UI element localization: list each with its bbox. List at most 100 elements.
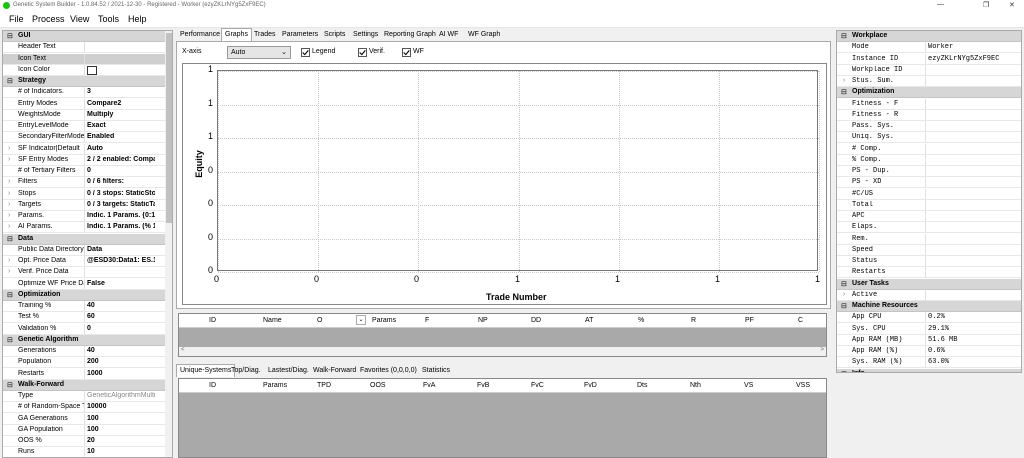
col-dd[interactable]: DD [531, 317, 541, 324]
collapse-icon[interactable]: ⊟ [7, 77, 13, 85]
collapse-icon[interactable]: ⊟ [841, 370, 847, 373]
property-row-training[interactable]: Training % 40 [3, 301, 165, 312]
property-value[interactable]: 29.1% [928, 325, 1011, 333]
collapse-icon[interactable]: ⊟ [841, 280, 847, 288]
left-scrollbar-thumb[interactable] [166, 33, 172, 223]
legend-checkbox[interactable] [301, 48, 310, 57]
property-row-mode[interactable]: Mode Worker [837, 42, 1021, 54]
col2-fvd[interactable]: FvD [584, 382, 597, 389]
col2-tpd[interactable]: TPD [317, 382, 331, 389]
col2-vss[interactable]: VSS [796, 382, 810, 389]
expand-icon[interactable]: › [8, 223, 10, 230]
col-params[interactable]: Params [372, 317, 396, 324]
property-value[interactable]: False [87, 280, 155, 287]
tab-favorites[interactable]: Favorites (0,0,0,0) [357, 365, 420, 377]
property-row-app-ram-mb[interactable]: App RAM (MB) 51.6 MB [837, 334, 1021, 346]
col2-fvc[interactable]: FvC [531, 382, 544, 389]
property-value[interactable]: 0.2% [928, 313, 1011, 321]
property-row-restarts[interactable]: Restarts [837, 267, 1021, 279]
category-user-tasks[interactable]: ⊟ User Tasks [837, 278, 1021, 290]
wf-checkbox[interactable] [402, 48, 411, 57]
property-row-stus-sum[interactable]: › Stus. Sum. [837, 76, 1021, 87]
tab-scripts[interactable]: Scripts [321, 29, 348, 41]
property-value[interactable]: 0 / 6 filters: [87, 178, 155, 185]
property-value[interactable]: Exact [87, 122, 155, 129]
expand-icon[interactable]: › [8, 145, 10, 152]
property-row-instance-id[interactable]: Instance ID ezyZKLrNYg5ZxF9EC [837, 53, 1021, 65]
category-machine-resources[interactable]: ⊟ Machine Resources [837, 301, 1021, 312]
menu-file[interactable]: File [9, 14, 24, 24]
property-value[interactable]: Worker [928, 43, 1011, 51]
category-strategy[interactable]: ⊟ Strategy [3, 76, 165, 87]
collapse-icon[interactable]: ⊟ [7, 381, 13, 389]
category-optimization[interactable]: ⊟ Optimization [3, 289, 165, 301]
property-row-status[interactable]: Status [837, 256, 1021, 267]
property-value[interactable]: 2 / 2 enabled: Compare1 [87, 156, 155, 163]
category-optimization[interactable]: ⊟ Optimization [837, 87, 1021, 99]
property-row-c-us[interactable]: #C/US [837, 188, 1021, 200]
property-value[interactable]: Compare2 [87, 100, 155, 107]
tab-top-diag[interactable]: Top/Diag. [228, 365, 264, 377]
property-row-weightsmode[interactable]: WeightsMode Multiply [3, 109, 165, 121]
expand-icon[interactable]: › [8, 212, 10, 219]
minimize-icon[interactable]: — [937, 1, 944, 8]
property-row-stops[interactable]: › Stops 0 / 3 stops: StaticStop (e [3, 188, 165, 200]
color-swatch[interactable] [87, 65, 97, 75]
property-row-runs[interactable]: Runs 10 [3, 447, 165, 457]
property-row-app-ram[interactable]: App RAM (%) 0.6% [837, 346, 1021, 357]
col-c[interactable]: C [798, 317, 803, 324]
property-row-rem[interactable]: Rem. [837, 233, 1021, 245]
tab-graphs[interactable]: Graphs [221, 28, 252, 41]
restore-icon[interactable]: ❐ [983, 1, 989, 9]
expand-icon[interactable]: › [8, 178, 10, 185]
close-icon[interactable]: ✕ [1009, 1, 1015, 9]
property-row-entry-modes[interactable]: Entry Modes Compare2 [3, 98, 165, 110]
property-value[interactable]: Data [87, 246, 155, 253]
property-value[interactable]: Enabled [87, 133, 155, 140]
col2-params[interactable]: Params [263, 382, 287, 389]
property-value[interactable]: 63.0% [928, 358, 1011, 366]
property-row-sf-indicator-default[interactable]: › SF Indicator|Default Auto [3, 143, 165, 155]
systems-grid-hscrollbar[interactable]: < > [179, 347, 826, 356]
category-gui[interactable]: ⊟ GUI [3, 31, 165, 42]
property-value[interactable]: 20 [87, 437, 155, 444]
expand-icon[interactable]: › [842, 291, 846, 299]
property-value[interactable]: Auto [87, 145, 155, 152]
category-walk-forward[interactable]: ⊟ Walk-Forward [3, 379, 165, 391]
property-row-sys-cpu[interactable]: Sys. CPU 29.1% [837, 323, 1021, 335]
col2-nth[interactable]: Nth [690, 382, 701, 389]
property-row-filters[interactable]: › Filters 0 / 6 filters: [3, 177, 165, 189]
property-row-elaps[interactable]: Elaps. [837, 222, 1021, 234]
col-r[interactable]: R [691, 317, 696, 324]
property-value[interactable]: 100 [87, 415, 155, 422]
tab-ai-wf[interactable]: AI WF [436, 29, 461, 41]
col2-oos[interactable]: OOS [370, 382, 386, 389]
scroll-left-icon[interactable]: < [181, 347, 185, 353]
tab-reporting-graph[interactable]: Reporting Graph [381, 29, 439, 41]
property-value[interactable]: 60 [87, 313, 155, 320]
tab-statistics[interactable]: Statistics [419, 365, 453, 377]
property-row-fitness-r[interactable]: Fitness - R [837, 109, 1021, 121]
collapse-icon[interactable]: ⊟ [841, 32, 847, 40]
property-value[interactable]: 0 / 3 stops: StaticStop (e [87, 190, 155, 197]
property-row-ga-population[interactable]: GA Population 100 [3, 424, 165, 436]
col2-fva[interactable]: FvA [423, 382, 435, 389]
property-row-ga-generations[interactable]: GA Generations 100 [3, 413, 165, 425]
category-data[interactable]: ⊟ Data [3, 233, 165, 245]
property-row-of-random-space-te[interactable]: # of Random-Space Te 10000 [3, 402, 165, 414]
property-row-total[interactable]: Total [837, 199, 1021, 211]
property-row-targets[interactable]: › Targets 0 / 3 targets: StaticTarget [3, 199, 165, 211]
category-genetic-algorithm[interactable]: ⊟ Genetic Algorithm [3, 334, 165, 346]
property-row-test[interactable]: Test % 60 [3, 312, 165, 324]
property-row-restarts[interactable]: Restarts 1000 [3, 368, 165, 380]
col2-fvb[interactable]: FvB [477, 382, 489, 389]
property-row-params[interactable]: › Params. Indic. 1 Params. {0:100:0. [3, 211, 165, 222]
property-value[interactable]: 10000 [87, 403, 155, 410]
property-row-icon-color[interactable]: Icon Color [3, 64, 165, 76]
property-row-of-indicators[interactable]: # of Indicators. 3 [3, 87, 165, 99]
property-row-workplace-id[interactable]: Workplace ID [837, 64, 1021, 76]
property-row-ps-xd[interactable]: PS - XD [837, 177, 1021, 189]
property-value[interactable]: 40 [87, 302, 155, 309]
property-row-sys-ram[interactable]: Sys. RAM (%) 63.0% [837, 357, 1021, 369]
property-value[interactable]: Indic. 1 Params. (% 100), [87, 223, 155, 230]
